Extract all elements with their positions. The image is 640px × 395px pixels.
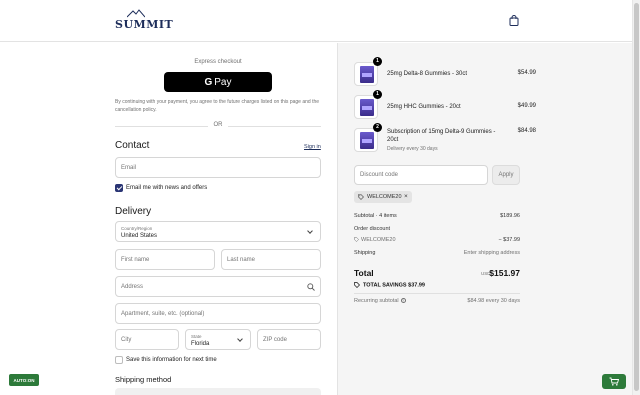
- quantity-badge: 1: [373, 57, 382, 66]
- savings-label: TOTAL SAVINGS: [363, 282, 407, 289]
- item-price: $54.99: [517, 70, 536, 76]
- product-image: [360, 132, 374, 149]
- recurring-subtotal: Recurring subtotal?: [354, 298, 406, 304]
- shipping-value: Enter shipping address: [463, 250, 520, 256]
- city-placeholder: City: [121, 337, 132, 343]
- recurring-value: $84.98 every 30 days: [467, 298, 520, 304]
- discount-value: − $37.99: [498, 237, 520, 243]
- divider-line: [228, 126, 321, 127]
- auto-on-badge[interactable]: AUTO:ON: [9, 374, 39, 386]
- or-divider: OR: [115, 122, 321, 130]
- product-thumbnail: [354, 128, 378, 152]
- scrollbar-thumb[interactable]: [634, 3, 639, 391]
- gpay-label: Pay: [214, 76, 232, 88]
- consent-text: By continuing with your payment, you agr…: [115, 99, 320, 113]
- country-value: United States: [121, 233, 158, 239]
- summit-logo[interactable]: SUMMIT: [115, 9, 174, 33]
- city-field[interactable]: City: [115, 329, 179, 350]
- item-price: $49.99: [517, 103, 536, 109]
- google-g-icon: G: [204, 76, 213, 88]
- chevron-down-icon: [307, 228, 313, 234]
- address-placeholder: Address: [121, 284, 144, 290]
- search-icon: [307, 283, 315, 291]
- save-info-label: Save this information for next time: [126, 357, 217, 363]
- item-price: $84.98: [517, 128, 536, 134]
- logo-text: SUMMIT: [115, 18, 174, 31]
- order-summary-panel: 1 25mg Delta-8 Gummies - 30ct $54.99 1 2…: [337, 43, 632, 395]
- info-icon[interactable]: ?: [400, 298, 406, 304]
- item-name: Subscription of 15mg Delta-9 Gummies - 2…: [387, 129, 496, 143]
- subtotal-label: Subtotal · 4 items: [354, 213, 397, 219]
- subtotal-value: $189.96: [500, 213, 520, 219]
- total-label: Total: [354, 268, 374, 278]
- zip-field[interactable]: ZIP code: [257, 329, 321, 350]
- recurring-label: Recurring subtotal: [354, 298, 399, 304]
- discount-placeholder: Discount code: [360, 172, 399, 178]
- discount-chip: WELCOME20 ×: [354, 191, 412, 203]
- line-item: 2 Subscription of 15mg Delta-9 Gummies -…: [354, 123, 536, 158]
- item-name: 25mg Delta-8 Gummies - 30ct: [387, 71, 468, 77]
- email-field[interactable]: Email: [115, 157, 321, 178]
- tag-icon: [358, 194, 364, 200]
- address-field[interactable]: Address: [115, 276, 321, 297]
- express-checkout-label: Express checkout: [194, 59, 242, 65]
- item-name: 25mg HHC Gummies - 20ct: [387, 104, 461, 110]
- contact-title: Contact: [115, 140, 150, 151]
- or-label: OR: [213, 122, 223, 128]
- cart-action-button[interactable]: [602, 374, 626, 389]
- quantity-badge: 2: [373, 123, 382, 132]
- country-label: Country/Region: [121, 226, 153, 231]
- shipping-method-box: [115, 388, 321, 395]
- sign-in-link[interactable]: Sign in: [304, 144, 321, 150]
- email-placeholder: Email: [121, 165, 137, 171]
- line-item: 1 25mg Delta-8 Gummies - 30ct $54.99: [354, 57, 536, 92]
- product-thumbnail: [354, 62, 378, 86]
- news-offers-label: Email me with news and offers: [126, 185, 208, 191]
- state-value: Florida: [191, 341, 210, 347]
- product-image: [360, 99, 374, 116]
- cart-icon: [609, 377, 619, 386]
- first-name-field[interactable]: First name: [115, 249, 215, 270]
- state-select[interactable]: State Florida: [185, 329, 251, 350]
- shipping-method-title: Shipping method: [115, 375, 172, 384]
- shopping-bag-icon[interactable]: [509, 15, 519, 26]
- product-thumbnail: [354, 95, 378, 119]
- first-name-placeholder: First name: [121, 257, 150, 263]
- last-name-field[interactable]: Last name: [221, 249, 321, 270]
- quantity-badge: 1: [373, 90, 382, 99]
- order-discount-label: Order discount: [354, 226, 391, 232]
- item-subscription-note: Delivery every 30 days: [387, 146, 438, 152]
- total-savings: TOTAL SAVINGS $37.99: [354, 282, 425, 288]
- checkout-form-panel: Express checkout G Pay By continuing wit…: [0, 43, 337, 395]
- discount-code-row: WELCOME20: [354, 237, 396, 243]
- state-label: State: [191, 334, 202, 339]
- site-header: SUMMIT: [0, 0, 632, 42]
- mountain-icon: [127, 9, 145, 18]
- discount-code-input[interactable]: Discount code: [354, 165, 488, 185]
- product-image: [360, 66, 374, 83]
- savings-tag-icon: [354, 282, 360, 288]
- zip-placeholder: ZIP code: [263, 337, 287, 343]
- total-value: $151.97: [489, 268, 520, 278]
- delivery-title: Delivery: [115, 206, 152, 217]
- line-item: 1 25mg HHC Gummies - 20ct $49.99: [354, 90, 536, 125]
- google-pay-button[interactable]: G Pay: [164, 72, 272, 92]
- chevron-down-icon: [237, 336, 243, 342]
- apartment-placeholder: Apartment, suite, etc. (optional): [121, 311, 205, 317]
- discount-code-text: WELCOME20: [361, 237, 396, 243]
- apartment-field[interactable]: Apartment, suite, etc. (optional): [115, 303, 321, 324]
- remove-discount-icon[interactable]: ×: [404, 193, 408, 200]
- summary-divider: [354, 293, 520, 294]
- news-offers-checkbox[interactable]: [115, 184, 123, 192]
- save-info-checkbox[interactable]: [115, 356, 123, 364]
- shipping-label: Shipping: [354, 250, 376, 256]
- chip-code: WELCOME20: [367, 194, 402, 200]
- savings-value: $37.99: [408, 282, 425, 289]
- tag-icon: [354, 237, 359, 242]
- country-select[interactable]: Country/Region United States: [115, 221, 321, 242]
- last-name-placeholder: Last name: [227, 257, 256, 263]
- apply-button[interactable]: Apply: [492, 165, 520, 185]
- page-scrollbar[interactable]: [632, 0, 640, 395]
